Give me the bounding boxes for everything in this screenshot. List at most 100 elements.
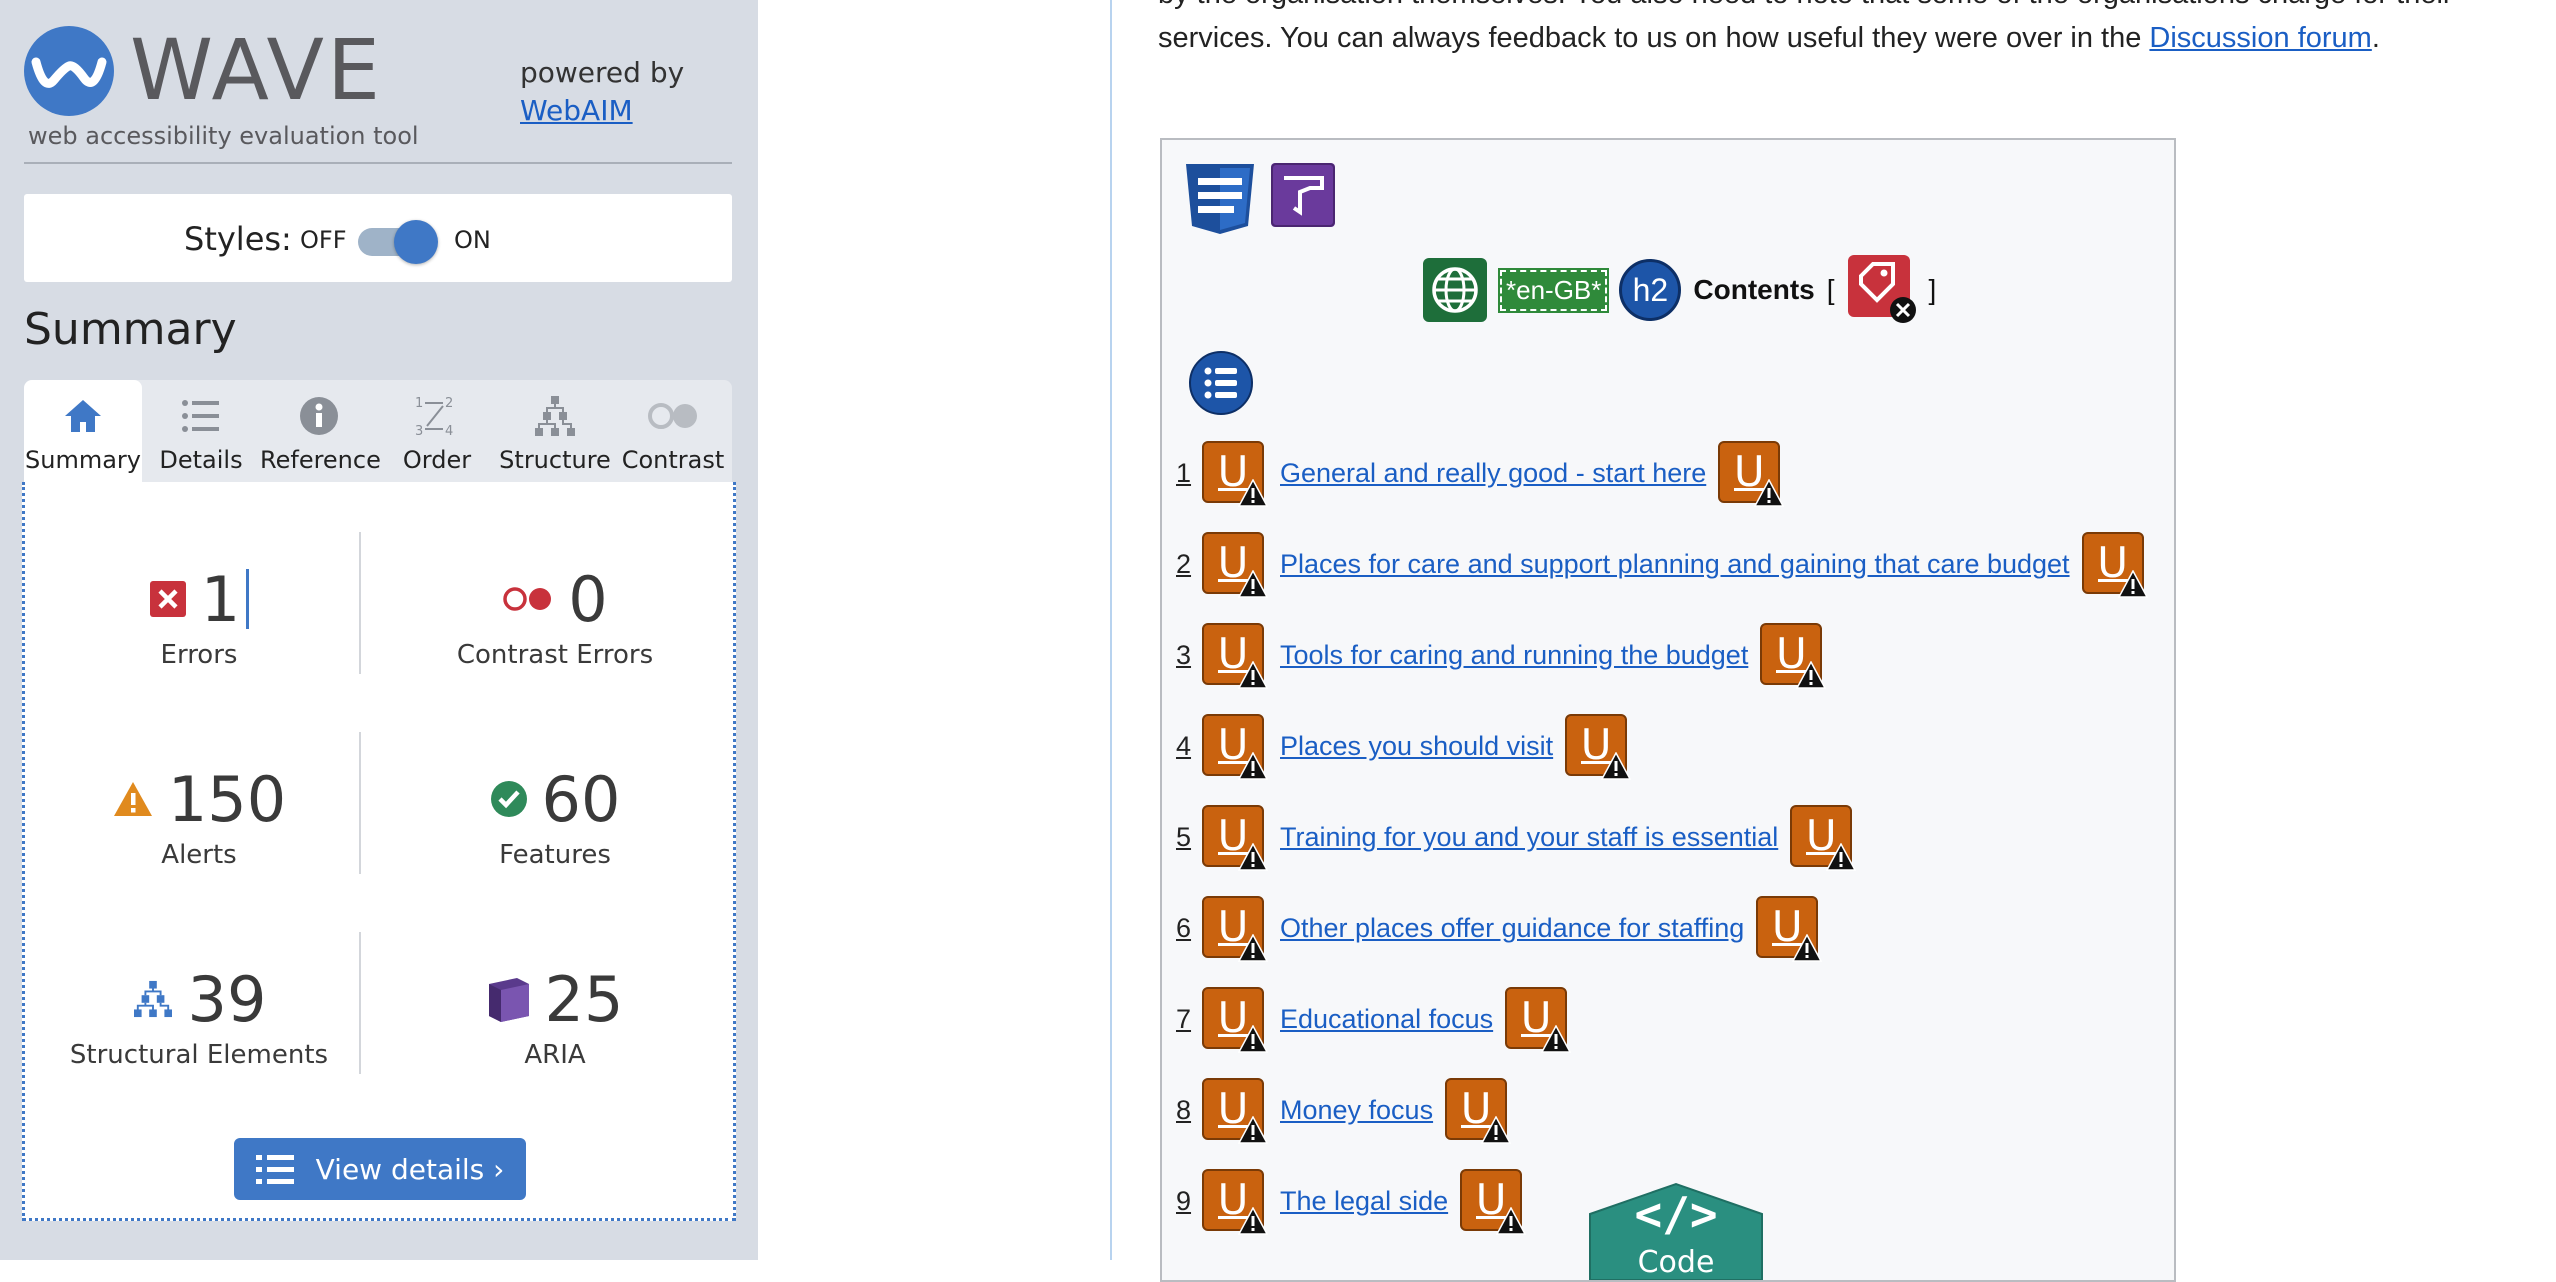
h2-heading-badge[interactable]: h2	[1619, 259, 1682, 321]
toc-number[interactable]: 6	[1176, 913, 1202, 944]
toc-number[interactable]: 4	[1176, 731, 1202, 762]
contrast-errors-label: Contrast Errors	[456, 640, 654, 670]
toc-link[interactable]: Places you should visit	[1280, 731, 1553, 762]
toc-number[interactable]: 5	[1176, 822, 1202, 853]
list-item: 4 U Places you should visit U	[1176, 711, 1632, 781]
toc-number[interactable]: 1	[1176, 458, 1202, 489]
code-toggle-button[interactable]: </> Code	[1586, 1180, 1766, 1280]
toc-link[interactable]: General and really good - start here	[1280, 458, 1706, 489]
order-icon: 1 2 3 4	[415, 396, 453, 438]
stat-alerts[interactable]: 150 Alerts	[39, 762, 359, 870]
aria-cube-icon	[488, 978, 529, 1022]
tab-contrast-label: Contrast	[621, 446, 725, 474]
svg-text:4: 4	[445, 424, 453, 438]
underline-alert-icon[interactable]: U	[1790, 805, 1857, 871]
code-label: Code	[1638, 1245, 1715, 1280]
wave-tagline: web accessibility evaluation tool	[28, 122, 419, 150]
style-feature-icon[interactable]	[1270, 162, 1336, 228]
webaim-link[interactable]: WebAIM	[520, 92, 684, 130]
contents-heading: Contents	[1693, 274, 1815, 305]
toc-link[interactable]: Training for you and your staff is essen…	[1280, 822, 1778, 853]
underline-alert-icon[interactable]: U	[1202, 987, 1268, 1053]
contents-heading-row: *en-GB* h2 Contents [ ]	[1422, 254, 1936, 326]
toc-link[interactable]: Places for care and support planning and…	[1280, 549, 2070, 580]
underline-alert-icon[interactable]: U	[1202, 623, 1268, 689]
wave-header: WAVE web accessibility evaluation tool p…	[24, 24, 732, 162]
underline-alert-icon[interactable]: U	[1202, 532, 1268, 598]
feature-check-icon	[490, 781, 527, 817]
underline-alert-icon[interactable]: U	[1202, 896, 1268, 962]
underline-alert-icon[interactable]: U	[1760, 623, 1827, 689]
tab-contrast[interactable]: Contrast	[614, 380, 732, 482]
discussion-forum-link[interactable]: Discussion forum	[2149, 22, 2371, 54]
underline-alert-icon[interactable]: U	[1202, 441, 1268, 507]
toc-link[interactable]: Money focus	[1280, 1095, 1433, 1126]
details-list-icon	[182, 400, 219, 432]
info-icon	[300, 397, 338, 435]
view-details-label: View details ›	[315, 1152, 505, 1186]
toc-number[interactable]: 3	[1176, 640, 1202, 671]
styles-off-label: OFF	[300, 226, 347, 254]
structure-icon	[535, 396, 575, 436]
toc-feature-icons	[1184, 162, 1336, 236]
contrast-icon	[648, 403, 697, 429]
tab-order[interactable]: 1 2 3 4 Order	[378, 380, 496, 482]
error-icon	[149, 581, 186, 617]
tab-details-label: Details	[159, 446, 243, 474]
error-tag-icon[interactable]	[1847, 254, 1917, 326]
svg-text:1: 1	[415, 396, 423, 411]
stat-errors[interactable]: 1 Errors	[39, 562, 359, 670]
toc-number[interactable]: 8	[1176, 1095, 1202, 1126]
list-item: 9 U The legal side U	[1176, 1166, 1527, 1236]
stat-structural-elements[interactable]: 39 Structural Elements	[39, 962, 359, 1071]
features-label: Features	[499, 840, 611, 870]
toc-link[interactable]: Other places offer guidance for staffing	[1280, 913, 1744, 944]
home-icon	[65, 400, 101, 432]
svg-text:2: 2	[445, 396, 453, 411]
toc-number[interactable]: 7	[1176, 1004, 1202, 1035]
tab-reference[interactable]: Reference	[260, 380, 381, 482]
wave-sidebar: WAVE web accessibility evaluation tool p…	[0, 0, 758, 1260]
toc-link[interactable]: The legal side	[1280, 1186, 1448, 1217]
underline-alert-icon[interactable]: U	[1756, 896, 1823, 962]
tab-structure[interactable]: Structure	[496, 380, 614, 482]
styles-on-label: ON	[454, 226, 491, 254]
list-item: 8 U Money focus U	[1176, 1075, 1512, 1145]
features-count: 60	[541, 762, 621, 836]
underline-alert-icon[interactable]: U	[1202, 805, 1268, 871]
css-badge-icon[interactable]	[1184, 162, 1256, 236]
list-icon[interactable]	[1188, 350, 1254, 421]
styles-toggle-knob[interactable]	[394, 220, 438, 264]
panel-tabs: Summary Details Reference 1 2 3 4 Order Str…	[24, 380, 732, 482]
underline-alert-icon[interactable]: U	[1505, 987, 1572, 1053]
toc-link[interactable]: Tools for caring and running the budget	[1280, 640, 1748, 671]
underline-alert-icon[interactable]: U	[1202, 714, 1268, 780]
underline-alert-icon[interactable]: U	[1202, 1078, 1268, 1144]
underline-alert-icon[interactable]: U	[1565, 714, 1632, 780]
aria-count: 25	[544, 962, 624, 1036]
svg-text:3: 3	[415, 424, 423, 438]
underline-alert-icon[interactable]: U	[1718, 441, 1785, 507]
list-item: 1 U General and really good - start here…	[1176, 438, 1785, 508]
text-caret	[246, 569, 250, 629]
underline-alert-icon[interactable]: U	[1445, 1078, 1512, 1144]
underline-alert-icon[interactable]: U	[1202, 1169, 1268, 1235]
toc-number[interactable]: 9	[1176, 1186, 1202, 1217]
toc-link[interactable]: Educational focus	[1280, 1004, 1493, 1035]
bracket-open: [	[1826, 274, 1835, 305]
tab-summary[interactable]: Summary	[24, 380, 142, 482]
view-details-button[interactable]: View details ›	[234, 1138, 526, 1200]
list-item: 2 U Places for care and support planning…	[1176, 529, 2148, 599]
stat-contrast-errors[interactable]: 0 Contrast Errors	[395, 562, 715, 671]
toc-number[interactable]: 2	[1176, 549, 1202, 580]
styles-label: Styles:	[184, 220, 292, 258]
stat-features[interactable]: 60 Features	[395, 762, 715, 870]
underline-alert-icon[interactable]: U	[1460, 1169, 1527, 1235]
stat-aria[interactable]: 25 ARIA	[395, 962, 715, 1070]
list-item: 3 U Tools for caring and running the bud…	[1176, 620, 1827, 690]
tab-details[interactable]: Details	[142, 380, 260, 482]
intro-end: .	[2371, 22, 2380, 54]
stat-divider	[359, 932, 361, 1074]
underline-alert-icon[interactable]: U	[2081, 532, 2148, 598]
language-globe-icon[interactable]	[1422, 257, 1488, 323]
